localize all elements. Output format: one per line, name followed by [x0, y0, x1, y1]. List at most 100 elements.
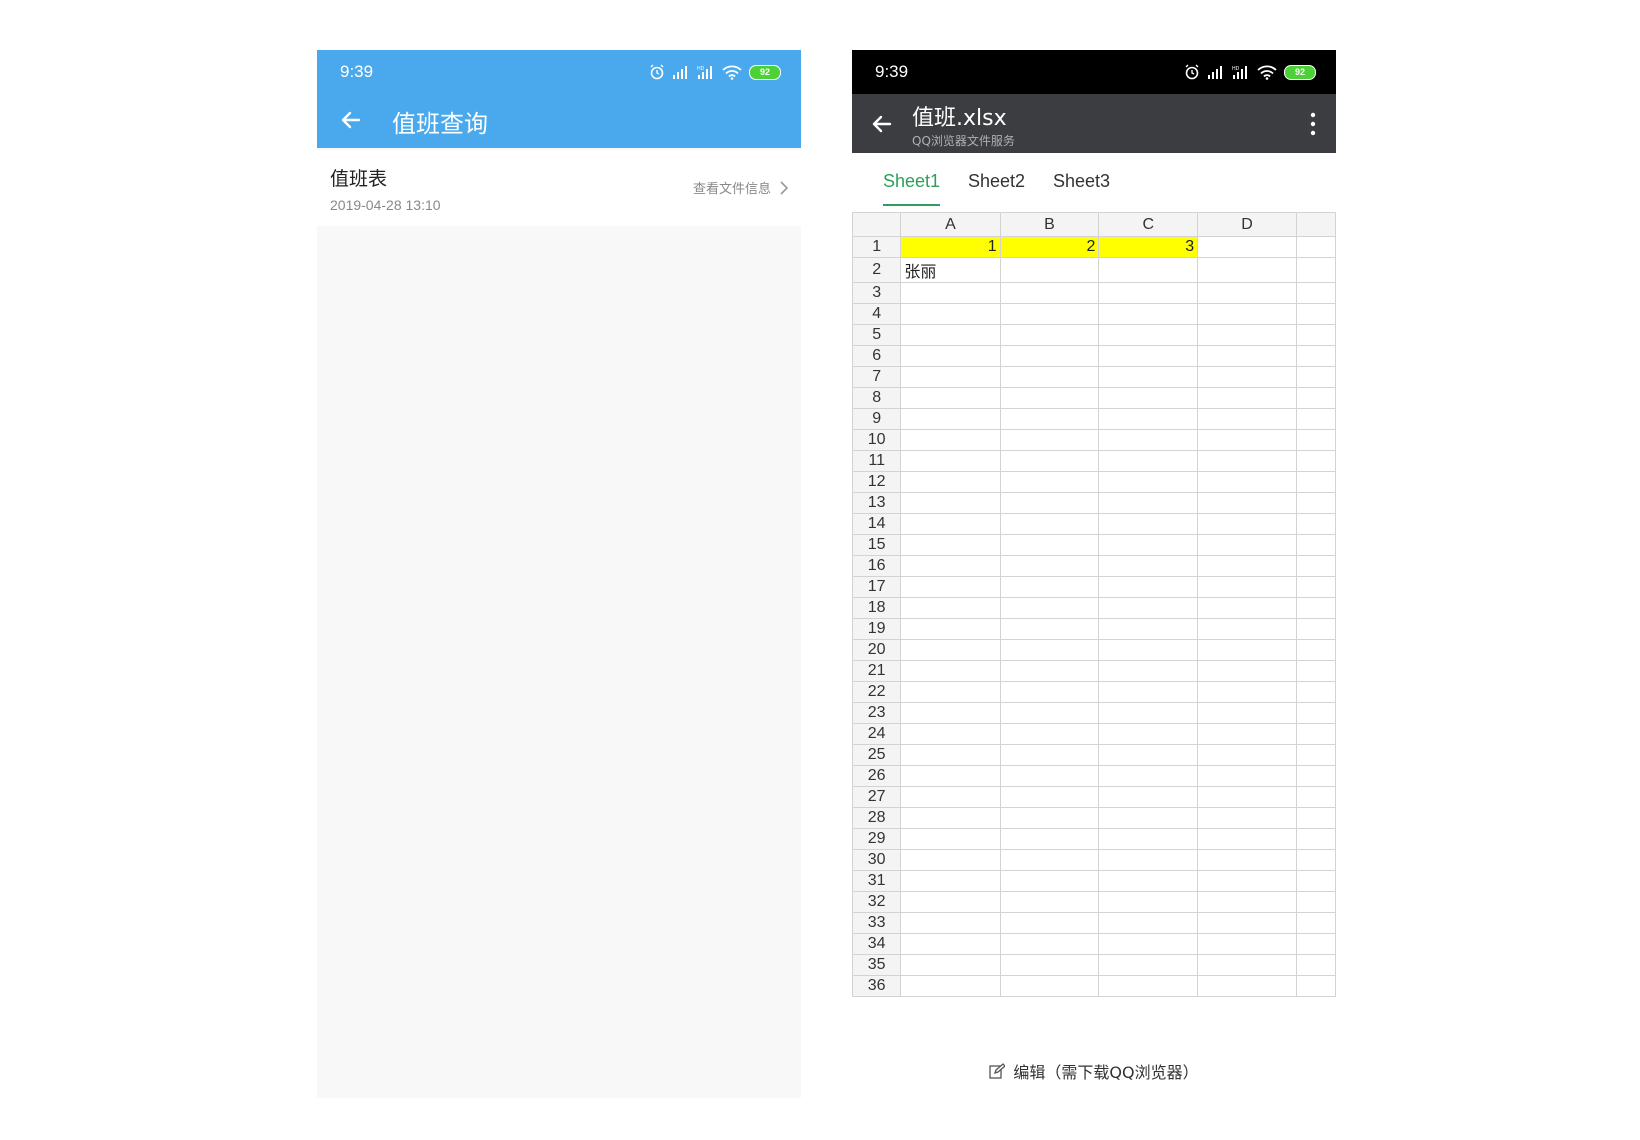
cell-e35[interactable] — [1295, 954, 1336, 976]
row-header[interactable]: 22 — [852, 681, 902, 703]
cell-b13[interactable] — [999, 492, 1100, 514]
cell-a32[interactable] — [900, 891, 1001, 913]
cell-a13[interactable] — [900, 492, 1001, 514]
cell-e9[interactable] — [1295, 408, 1336, 430]
row-header[interactable]: 19 — [852, 618, 902, 640]
cell-d28[interactable] — [1197, 807, 1297, 829]
cell-d25[interactable] — [1197, 744, 1297, 766]
row-header[interactable]: 29 — [852, 828, 902, 850]
cell-d12[interactable] — [1197, 471, 1297, 493]
cell-d21[interactable] — [1197, 660, 1297, 682]
cell-b10[interactable] — [999, 429, 1100, 451]
cell-c27[interactable] — [1098, 786, 1199, 808]
column-header-d[interactable]: D — [1197, 212, 1297, 237]
cell-c5[interactable] — [1098, 324, 1199, 346]
row-header[interactable]: 20 — [852, 639, 902, 661]
cell-e30[interactable] — [1295, 849, 1336, 871]
cell-b12[interactable] — [999, 471, 1100, 493]
cell-a18[interactable] — [900, 597, 1001, 619]
cell-d8[interactable] — [1197, 387, 1297, 409]
cell-b19[interactable] — [999, 618, 1100, 640]
cell-e19[interactable] — [1295, 618, 1336, 640]
cell-e32[interactable] — [1295, 891, 1336, 913]
cell-e11[interactable] — [1295, 450, 1336, 472]
cell-c28[interactable] — [1098, 807, 1199, 829]
cell-b5[interactable] — [999, 324, 1100, 346]
cell-c11[interactable] — [1098, 450, 1199, 472]
cell-a3[interactable] — [900, 282, 1001, 304]
cell-e4[interactable] — [1295, 303, 1336, 325]
column-header-b[interactable]: B — [999, 212, 1100, 237]
cell-c35[interactable] — [1098, 954, 1199, 976]
row-header[interactable]: 33 — [852, 912, 902, 934]
cell-c19[interactable] — [1098, 618, 1199, 640]
cell-d19[interactable] — [1197, 618, 1297, 640]
row-header[interactable]: 24 — [852, 723, 902, 745]
cell-b26[interactable] — [999, 765, 1100, 787]
cell-e28[interactable] — [1295, 807, 1336, 829]
cell-e31[interactable] — [1295, 870, 1336, 892]
tab-sheet3[interactable]: Sheet3 — [1053, 171, 1110, 204]
cell-b18[interactable] — [999, 597, 1100, 619]
cell-b1[interactable]: 2 — [999, 236, 1100, 258]
cell-b36[interactable] — [999, 975, 1100, 997]
cell-d15[interactable] — [1197, 534, 1297, 556]
cell-b8[interactable] — [999, 387, 1100, 409]
cell-b28[interactable] — [999, 807, 1100, 829]
cell-d10[interactable] — [1197, 429, 1297, 451]
cell-a24[interactable] — [900, 723, 1001, 745]
row-header[interactable]: 1 — [852, 236, 902, 258]
column-header-a[interactable]: A — [900, 212, 1001, 237]
cell-d24[interactable] — [1197, 723, 1297, 745]
cell-c30[interactable] — [1098, 849, 1199, 871]
cell-c7[interactable] — [1098, 366, 1199, 388]
cell-a30[interactable] — [900, 849, 1001, 871]
row-header[interactable]: 17 — [852, 576, 902, 598]
cell-b25[interactable] — [999, 744, 1100, 766]
row-header[interactable]: 10 — [852, 429, 902, 451]
cell-d36[interactable] — [1197, 975, 1297, 997]
cell-e33[interactable] — [1295, 912, 1336, 934]
cell-a22[interactable] — [900, 681, 1001, 703]
cell-c15[interactable] — [1098, 534, 1199, 556]
cell-a31[interactable] — [900, 870, 1001, 892]
cell-a36[interactable] — [900, 975, 1001, 997]
row-header[interactable]: 26 — [852, 765, 902, 787]
cell-e8[interactable] — [1295, 387, 1336, 409]
cell-a29[interactable] — [900, 828, 1001, 850]
cell-c1[interactable]: 3 — [1098, 236, 1199, 258]
column-header-e[interactable] — [1295, 212, 1336, 237]
cell-c18[interactable] — [1098, 597, 1199, 619]
cell-a28[interactable] — [900, 807, 1001, 829]
cell-c17[interactable] — [1098, 576, 1199, 598]
file-list-item[interactable]: 值班表 2019-04-28 13:10 查看文件信息 — [317, 150, 801, 226]
cell-d1[interactable] — [1197, 236, 1297, 258]
cell-e7[interactable] — [1295, 366, 1336, 388]
cell-b24[interactable] — [999, 723, 1100, 745]
cell-b2[interactable] — [999, 257, 1100, 283]
cell-a7[interactable] — [900, 366, 1001, 388]
cell-c34[interactable] — [1098, 933, 1199, 955]
cell-b4[interactable] — [999, 303, 1100, 325]
cell-a12[interactable] — [900, 471, 1001, 493]
tab-sheet2[interactable]: Sheet2 — [968, 171, 1025, 204]
edit-button[interactable]: 编辑（需下载QQ浏览器） — [989, 1059, 1199, 1083]
cell-b3[interactable] — [999, 282, 1100, 304]
row-header[interactable]: 7 — [852, 366, 902, 388]
cell-c31[interactable] — [1098, 870, 1199, 892]
cell-d23[interactable] — [1197, 702, 1297, 724]
cell-c3[interactable] — [1098, 282, 1199, 304]
cell-e12[interactable] — [1295, 471, 1336, 493]
cell-c25[interactable] — [1098, 744, 1199, 766]
cell-e22[interactable] — [1295, 681, 1336, 703]
cell-e16[interactable] — [1295, 555, 1336, 577]
row-header[interactable]: 9 — [852, 408, 902, 430]
row-header[interactable]: 16 — [852, 555, 902, 577]
cell-b15[interactable] — [999, 534, 1100, 556]
cell-b35[interactable] — [999, 954, 1100, 976]
cell-c16[interactable] — [1098, 555, 1199, 577]
cell-e25[interactable] — [1295, 744, 1336, 766]
row-header[interactable]: 14 — [852, 513, 902, 535]
row-header[interactable]: 13 — [852, 492, 902, 514]
more-vertical-icon[interactable] — [1306, 111, 1320, 137]
